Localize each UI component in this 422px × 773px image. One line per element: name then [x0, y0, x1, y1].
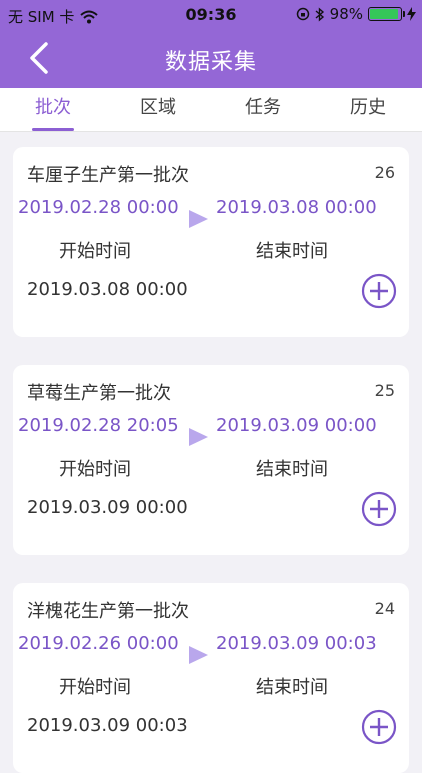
batch-name: 车厘子生产第一批次	[27, 165, 189, 186]
add-button[interactable]	[361, 709, 397, 745]
batch-count: 25	[374, 381, 395, 400]
tab-region[interactable]: 区域	[118, 88, 198, 132]
batch-card[interactable]: 洋槐花生产第一批次 24 2019.02.26 00:00 2019.03.09…	[13, 583, 409, 773]
tab-history[interactable]: 历史	[328, 88, 408, 132]
status-bar: 无 SIM 卡 09:36 98%	[0, 0, 422, 30]
orientation-lock-icon	[296, 7, 309, 21]
batch-date: 2019.03.08 00:00	[27, 279, 188, 300]
end-time: 2019.03.08 00:00	[216, 197, 377, 218]
tab-batch[interactable]: 批次	[13, 88, 93, 132]
add-button[interactable]	[361, 491, 397, 527]
battery-percent: 98%	[329, 5, 363, 23]
charging-icon	[407, 7, 416, 21]
arrow-right-icon	[189, 428, 208, 446]
start-time: 2019.02.26 00:00	[18, 633, 179, 654]
batch-name: 草莓生产第一批次	[27, 383, 171, 404]
app-header: 无 SIM 卡 09:36 98% 数据采集	[0, 0, 422, 88]
end-time: 2019.03.09 00:03	[216, 633, 377, 654]
tab-bar: 批次 区域 任务 历史	[0, 88, 422, 132]
start-time-label: 开始时间	[59, 459, 131, 480]
battery-icon	[368, 7, 405, 21]
battery-fill	[370, 9, 399, 19]
start-time-label: 开始时间	[59, 241, 131, 262]
page-title: 数据采集	[164, 50, 257, 75]
start-time: 2019.02.28 00:00	[18, 197, 179, 218]
arrow-right-icon	[189, 210, 208, 228]
batch-date: 2019.03.09 00:00	[27, 497, 188, 518]
arrow-right-icon	[189, 646, 208, 664]
batch-count: 24	[374, 599, 395, 618]
batch-card[interactable]: 草莓生产第一批次 25 2019.02.28 20:05 2019.03.09 …	[13, 365, 409, 555]
batch-card[interactable]: 车厘子生产第一批次 26 2019.02.28 00:00 2019.03.08…	[13, 147, 409, 337]
batch-name: 洋槐花生产第一批次	[27, 601, 189, 622]
batch-date: 2019.03.09 00:03	[27, 715, 188, 736]
status-right: 98%	[296, 5, 416, 23]
tab-active-indicator	[32, 128, 74, 131]
start-time-label: 开始时间	[59, 677, 131, 698]
nav-bar: 数据采集	[0, 30, 422, 88]
end-time-label: 结束时间	[256, 241, 328, 262]
end-time-label: 结束时间	[256, 677, 328, 698]
end-time-label: 结束时间	[256, 459, 328, 480]
tab-task[interactable]: 任务	[223, 88, 303, 132]
add-button[interactable]	[361, 273, 397, 309]
end-time: 2019.03.09 00:00	[216, 415, 377, 436]
bluetooth-icon	[315, 6, 324, 22]
start-time: 2019.02.28 20:05	[18, 415, 179, 436]
batch-count: 26	[374, 163, 395, 182]
